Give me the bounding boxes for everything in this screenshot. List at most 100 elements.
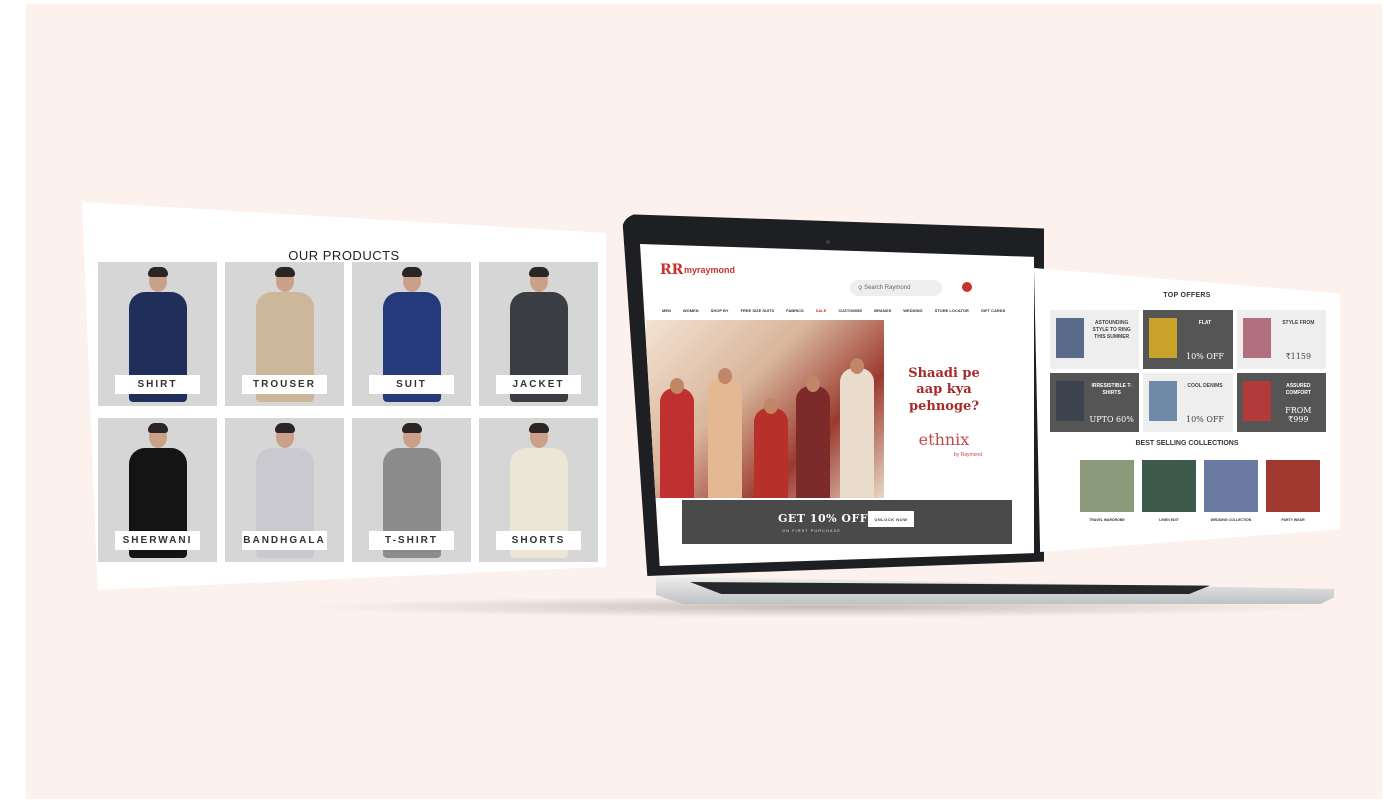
collection-image: [1204, 460, 1258, 512]
collection-image: [1142, 460, 1196, 512]
model-hair: [401, 267, 422, 277]
collection-card[interactable]: TRAVEL WARDROBE: [1080, 460, 1134, 524]
product-tile[interactable]: BANDHGALA: [225, 418, 344, 562]
product-tile[interactable]: SHIRT: [98, 262, 217, 406]
offer-tile[interactable]: STYLE FROM ₹1159: [1236, 310, 1326, 369]
offer-thumbnail: [1056, 381, 1084, 421]
product-label[interactable]: SHERWANI: [114, 531, 201, 550]
product-label[interactable]: SHIRT: [114, 375, 201, 394]
offer-thumbnail: [1149, 381, 1178, 421]
ethnix-logo[interactable]: ethnix: [906, 430, 982, 449]
offer-tile[interactable]: IRRESISTIBLE T-SHIRTS UPTO 60%: [1050, 373, 1140, 432]
offer-text: FLAT: [1198, 320, 1212, 326]
ethnix-logo-sub: by Raymond: [953, 452, 982, 458]
hero-banner-image[interactable]: [646, 320, 884, 498]
site-nav-item[interactable]: CUSTOMISE: [838, 308, 862, 318]
model-hair: [528, 423, 549, 433]
product-tile[interactable]: T-SHIRT: [352, 418, 471, 562]
offer-thumbnail: [1056, 318, 1084, 358]
product-label[interactable]: SUIT: [368, 375, 455, 394]
hero-person: [708, 378, 742, 498]
site-nav: MEN WOMEN SHOP BY FREE SIZE SUITS FABRICS SAL…: [662, 308, 1022, 318]
product-label[interactable]: T-SHIRT: [368, 531, 455, 550]
offer-tile[interactable]: ASSURED COMFORT FROM ₹999: [1236, 373, 1326, 432]
webcam-icon: [826, 240, 830, 244]
site-nav-item[interactable]: FABRICS: [786, 308, 804, 318]
promo-headline: GET 10% OFF: [778, 512, 869, 525]
collection-card[interactable]: WEDDING COLLECTION: [1204, 460, 1258, 524]
product-tile[interactable]: SUIT: [352, 262, 471, 406]
offer-subtext: 10% OFF: [1186, 352, 1224, 361]
offer-subtext: ₹1159: [1285, 352, 1312, 361]
product-tile[interactable]: JACKET: [479, 262, 598, 406]
cart-icon[interactable]: [962, 282, 972, 292]
offer-text: STYLE FROM: [1282, 320, 1315, 326]
offer-thumbnail: [1242, 381, 1271, 421]
collection-card[interactable]: PARTY WEAR: [1266, 460, 1320, 524]
search-placeholder: Search Raymond: [864, 285, 911, 291]
offer-thumbnail: [1242, 318, 1271, 358]
product-label[interactable]: TROUSER: [241, 375, 328, 394]
our-products-panel: OUR PRODUCTS SHIRT TROUSER SUIT JACKET SHERW…: [82, 202, 606, 590]
site-nav-item[interactable]: WEDDING: [903, 308, 922, 318]
offer-text: COOL DENIMS: [1187, 383, 1223, 389]
collection-caption: PARTY WEAR: [1281, 518, 1305, 522]
model-hair: [147, 423, 168, 433]
model-hair: [147, 267, 168, 277]
site-nav-item[interactable]: SHOP BY: [711, 308, 729, 318]
top-offers-panel: TOP OFFERS ASTOUNDING STYLE TO RING THIS…: [1034, 268, 1340, 552]
offer-tile[interactable]: COOL DENIMS 10% OFF: [1143, 373, 1233, 432]
offer-text: IRRESISTIBLE T-SHIRTS: [1091, 383, 1132, 396]
site-nav-item[interactable]: STORE LOCATOR: [935, 308, 969, 318]
offer-tile[interactable]: FLAT 10% OFF: [1143, 310, 1233, 369]
site-nav-item[interactable]: MEN: [662, 308, 671, 318]
offer-subtext: UPTO 60%: [1089, 415, 1134, 424]
site-logo-mark[interactable]: RR: [660, 262, 683, 278]
model-hair: [528, 267, 549, 277]
product-label[interactable]: JACKET: [495, 375, 582, 394]
site-logo-text[interactable]: myraymond: [684, 265, 735, 275]
site-nav-item[interactable]: FREE SIZE SUITS: [741, 308, 775, 318]
site-nav-item[interactable]: GIFT CARDS: [981, 308, 1005, 318]
product-label[interactable]: BANDHGALA: [241, 531, 328, 550]
hero-person-head: [764, 398, 778, 414]
collection-caption: WEDDING COLLECTION: [1210, 518, 1252, 522]
model-hair: [274, 267, 295, 277]
hero-tagline: Shaadi pe aap kya pehnoge?: [908, 366, 980, 414]
site-search-input[interactable]: ⚲ Search Raymond: [850, 280, 942, 296]
laptop-screen: RR myraymond ⚲ Search Raymond MEN WOMEN SH…: [640, 244, 1034, 566]
site-nav-item[interactable]: WOMEN: [683, 308, 699, 318]
product-label[interactable]: SHORTS: [495, 531, 582, 550]
our-products-title: OUR PRODUCTS: [288, 248, 400, 263]
hero-person-head: [670, 378, 684, 394]
offer-subtext: FROM ₹999: [1285, 406, 1312, 424]
promo-banner: GET 10% OFF ON FIRST PURCHASE UNLOCK NOW: [682, 500, 1012, 544]
site-nav-item[interactable]: BRANDS: [874, 308, 891, 318]
collection-image: [1080, 460, 1134, 512]
collection-caption: LINEN EDIT: [1159, 518, 1179, 522]
product-tile[interactable]: SHERWANI: [98, 418, 217, 562]
product-grid: SHIRT TROUSER SUIT JACKET SHERWANI BANDHGALA T…: [98, 262, 598, 562]
product-tile[interactable]: TROUSER: [225, 262, 344, 406]
offer-thumbnail: [1149, 318, 1178, 358]
collection-caption: TRAVEL WARDROBE: [1089, 518, 1125, 522]
hero-person-head: [806, 376, 820, 392]
hero-person: [660, 388, 694, 498]
site-nav-item[interactable]: SALE: [816, 308, 827, 318]
hero-person-head: [718, 368, 732, 384]
promo-subline: ON FIRST PURCHASE: [782, 528, 841, 533]
collection-image: [1266, 460, 1320, 512]
unlock-now-button[interactable]: UNLOCK NOW: [868, 511, 914, 527]
offer-subtext: 10% OFF: [1186, 415, 1224, 424]
model-hair: [401, 423, 422, 433]
collections-grid: TRAVEL WARDROBE LINEN EDIT WEDDING COLLECT…: [1080, 460, 1320, 524]
offer-text: ASSURED COMFORT: [1285, 383, 1311, 396]
product-tile[interactable]: SHORTS: [479, 418, 598, 562]
best-selling-title: BEST SELLING COLLECTIONS: [1135, 440, 1239, 447]
hero-person-head: [850, 358, 864, 374]
offer-tile[interactable]: ASTOUNDING STYLE TO RING THIS SUMMER: [1050, 310, 1140, 369]
model-hair: [274, 423, 295, 433]
collection-card[interactable]: LINEN EDIT: [1142, 460, 1196, 524]
hero-person: [754, 408, 788, 498]
offers-grid: ASTOUNDING STYLE TO RING THIS SUMMER FLAT…: [1050, 310, 1326, 432]
